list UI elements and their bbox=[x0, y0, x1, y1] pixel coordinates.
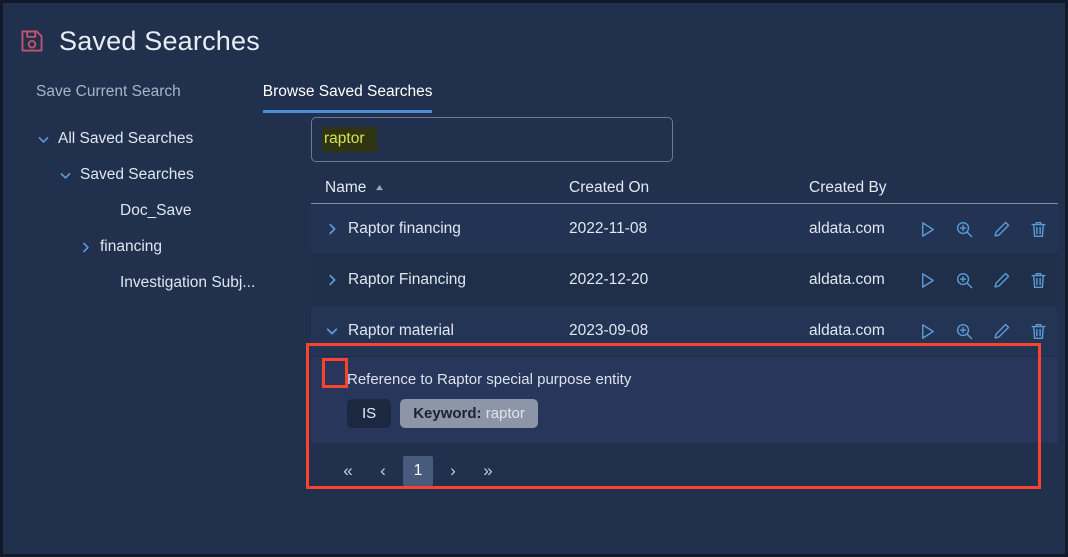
row-created-on: 2022-12-20 bbox=[569, 271, 649, 288]
row-actions bbox=[918, 322, 1058, 341]
column-header-name[interactable]: Name bbox=[325, 179, 569, 197]
detail-description: Reference to Raptor special purpose enti… bbox=[347, 371, 632, 388]
chevron-down-icon[interactable] bbox=[59, 169, 72, 182]
operator-chip: IS bbox=[347, 399, 392, 428]
row-created-by-cell: aldata.com bbox=[809, 220, 1058, 239]
table-header-row: Name Created On Created By bbox=[311, 172, 1058, 204]
delete-trash-icon[interactable] bbox=[1029, 322, 1048, 341]
run-search-icon[interactable] bbox=[918, 322, 937, 341]
saved-searches-table: Name Created On Created By Raptor financ… bbox=[311, 172, 1058, 443]
row-created-by: aldata.com bbox=[809, 220, 885, 237]
row-name-cell: Raptor material bbox=[325, 322, 569, 340]
run-search-icon[interactable] bbox=[918, 271, 937, 290]
row-created-on: 2023-09-08 bbox=[569, 322, 649, 339]
run-search-icon[interactable] bbox=[918, 220, 937, 239]
pagination-next[interactable]: › bbox=[438, 456, 468, 486]
row-detail-panel: Reference to Raptor special purpose enti… bbox=[311, 357, 1058, 443]
keyword-chip-label: Keyword: bbox=[413, 405, 482, 422]
edit-pencil-icon[interactable] bbox=[992, 322, 1011, 341]
detail-criteria: IS Keyword: raptor bbox=[347, 399, 1058, 428]
tab-save-current-search[interactable]: Save Current Search bbox=[36, 83, 181, 113]
tree-item-financing[interactable]: financing bbox=[33, 229, 311, 265]
page-title: Saved Searches bbox=[59, 25, 260, 56]
pagination-first[interactable]: « bbox=[333, 456, 363, 486]
pagination-last[interactable]: » bbox=[473, 456, 503, 486]
row-name: Raptor Financing bbox=[348, 271, 467, 288]
row-created-by: aldata.com bbox=[809, 322, 885, 339]
row-name: Raptor material bbox=[348, 322, 454, 339]
save-floppy-icon bbox=[21, 30, 43, 52]
column-header-label: Created On bbox=[569, 178, 650, 196]
row-created-by-cell: aldata.com bbox=[809, 271, 1058, 290]
edit-pencil-icon[interactable] bbox=[992, 271, 1011, 290]
edit-pencil-icon[interactable] bbox=[992, 220, 1011, 239]
column-header-label: Created By bbox=[809, 178, 887, 196]
chevron-right-icon[interactable] bbox=[325, 273, 339, 287]
row-name: Raptor financing bbox=[348, 220, 461, 237]
pagination-prev[interactable]: ‹ bbox=[368, 456, 398, 486]
page-body: All Saved Searches Saved Searches Doc_Sa… bbox=[3, 113, 1065, 486]
delete-trash-icon[interactable] bbox=[1029, 220, 1048, 239]
keyword-chip-value: raptor bbox=[485, 405, 525, 422]
column-header-label: Name bbox=[325, 178, 367, 196]
row-created-by-cell: aldata.com bbox=[809, 322, 1058, 341]
row-actions bbox=[918, 271, 1058, 290]
tree-item-label: Investigation Subj... bbox=[120, 274, 256, 291]
table-row[interactable]: Raptor material 2023-09-08 aldata.com bbox=[311, 306, 1058, 357]
delete-trash-icon[interactable] bbox=[1029, 271, 1048, 290]
row-name-cell: Raptor Financing bbox=[325, 271, 569, 289]
zoom-search-icon[interactable] bbox=[955, 271, 974, 290]
tree-item-doc-save[interactable]: Doc_Save bbox=[33, 193, 311, 229]
tree-item-all-saved-searches[interactable]: All Saved Searches bbox=[33, 121, 311, 157]
saved-searches-page: Saved Searches Save Current Search Brows… bbox=[3, 3, 1065, 554]
search-token-raptor[interactable]: raptor bbox=[322, 127, 377, 152]
tree-item-saved-searches[interactable]: Saved Searches bbox=[33, 157, 311, 193]
pagination-page-1[interactable]: 1 bbox=[403, 456, 433, 486]
row-created-on: 2022-11-08 bbox=[569, 220, 648, 237]
tab-browse-saved-searches[interactable]: Browse Saved Searches bbox=[262, 83, 433, 113]
saved-searches-tree: All Saved Searches Saved Searches Doc_Sa… bbox=[33, 113, 311, 301]
tree-item-label: Doc_Save bbox=[120, 202, 192, 219]
chevron-right-icon[interactable] bbox=[325, 222, 339, 236]
zoom-search-icon[interactable] bbox=[955, 220, 974, 239]
tree-item-investigation-subject[interactable]: Investigation Subj... bbox=[33, 265, 311, 301]
tab-bar: Save Current Search Browse Saved Searche… bbox=[3, 65, 1065, 113]
tree-item-label: financing bbox=[100, 238, 163, 255]
chevron-right-icon[interactable] bbox=[79, 241, 92, 254]
tab-gap bbox=[181, 101, 263, 113]
search-input[interactable]: raptor bbox=[311, 117, 673, 162]
sort-asc-icon[interactable] bbox=[375, 184, 384, 191]
column-header-created-by[interactable]: Created By bbox=[809, 179, 1058, 197]
row-created-by: aldata.com bbox=[809, 271, 885, 288]
keyword-chip: Keyword: raptor bbox=[400, 399, 538, 428]
pagination: « ‹ 1 › » bbox=[311, 443, 1058, 486]
results-panel: raptor Name Created On Created By Raptor… bbox=[311, 113, 1065, 486]
table-row[interactable]: Raptor Financing 2022-12-20 aldata.com bbox=[311, 255, 1058, 306]
tree-item-label: All Saved Searches bbox=[58, 130, 194, 147]
row-name-cell: Raptor financing bbox=[325, 220, 569, 238]
tree-item-label: Saved Searches bbox=[80, 166, 194, 183]
row-actions bbox=[918, 220, 1058, 239]
column-header-created-on[interactable]: Created On bbox=[569, 179, 809, 197]
chevron-down-icon[interactable] bbox=[325, 324, 339, 338]
table-row[interactable]: Raptor financing 2022-11-08 aldata.com bbox=[311, 204, 1058, 255]
chevron-down-icon[interactable] bbox=[37, 133, 50, 146]
page-header: Saved Searches bbox=[3, 3, 1065, 65]
zoom-search-icon[interactable] bbox=[955, 322, 974, 341]
